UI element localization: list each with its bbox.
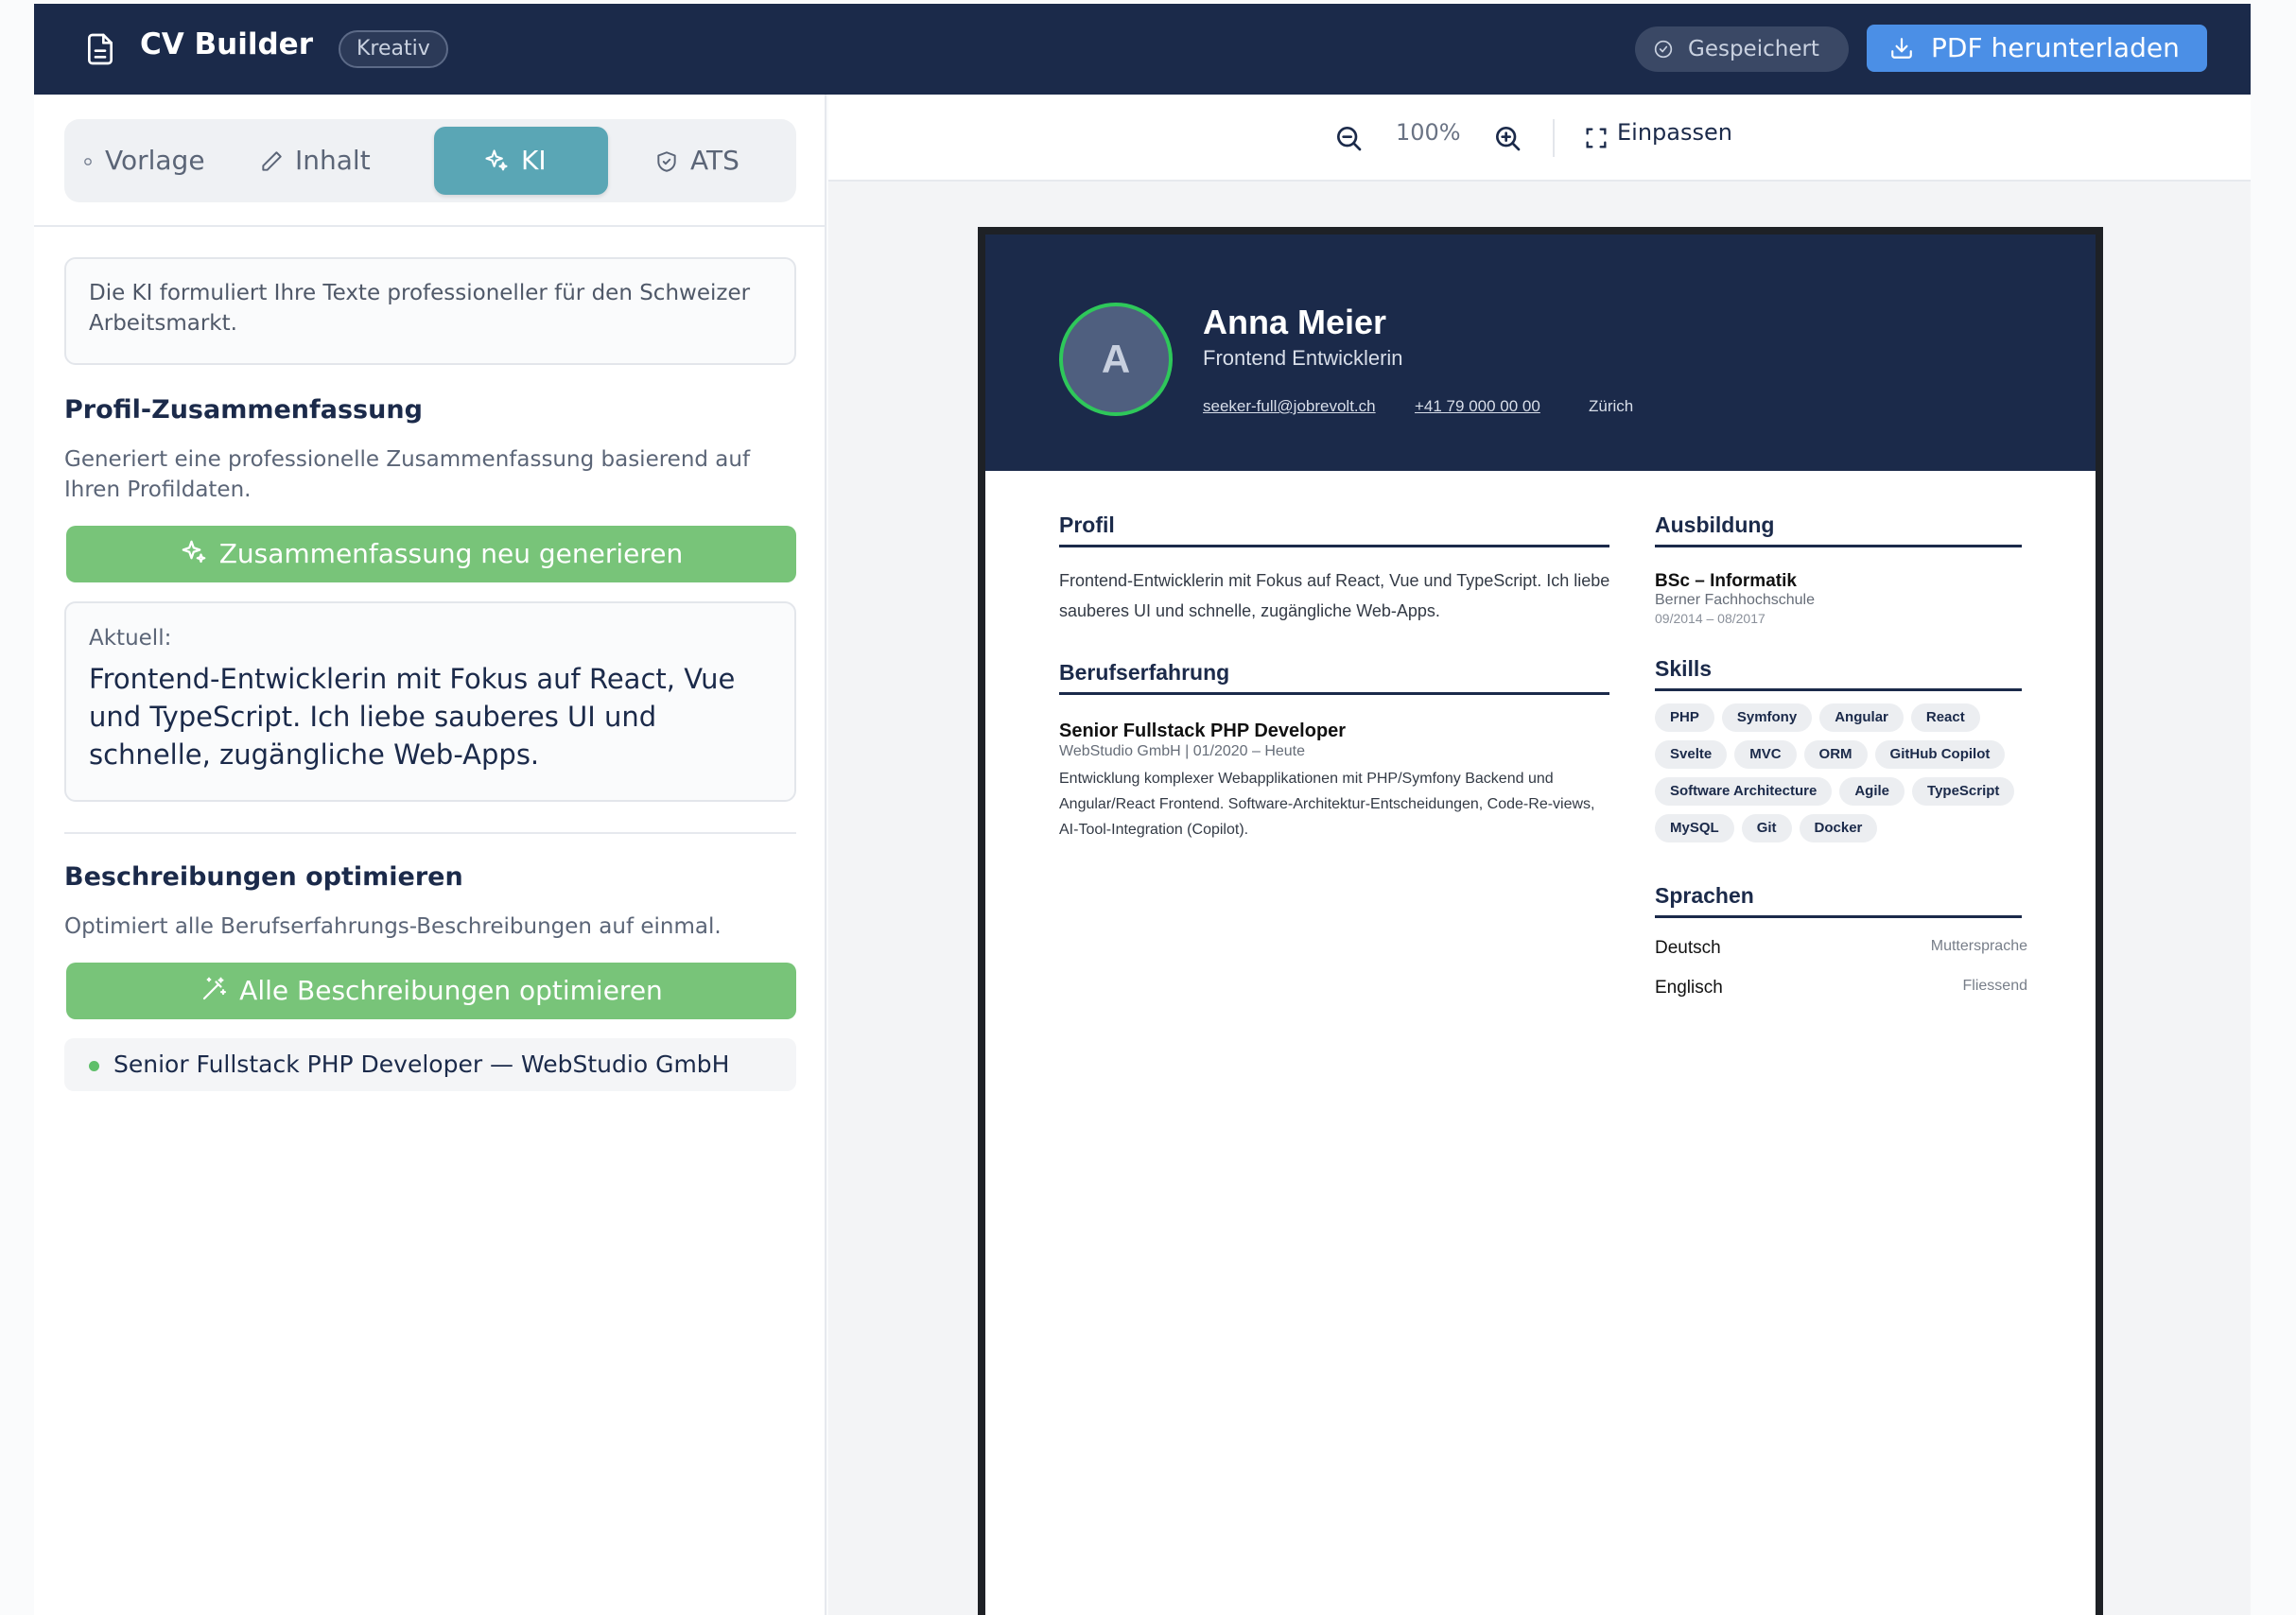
section-rule (1655, 915, 2022, 918)
sparkles-icon (485, 149, 508, 171)
optimize-all-label: Alle Beschreibungen optimieren (239, 975, 663, 1006)
shield-check-icon (657, 151, 676, 172)
toolbar-divider (1553, 119, 1555, 157)
pdf-download-button[interactable]: PDF herunterladen (1867, 25, 2207, 72)
experience-position: Senior Fullstack PHP Developer (1059, 721, 1347, 741)
regenerate-summary-button[interactable]: Zusammenfassung neu generieren (66, 526, 796, 582)
experience-description: Entwicklung komplexer Webapplikationen m… (1059, 771, 1595, 838)
section-rule (1059, 692, 1609, 695)
language-name: Deutsch (1655, 938, 1721, 958)
experience-company: WebStudio GmbH | 01/2020 – Heute (1059, 743, 1306, 759)
current-summary-box: Aktuell: Frontend-Entwicklerin mit Fokus… (64, 601, 796, 802)
skill-tag: GitHub Copilot (1874, 740, 2006, 769)
check-circle-icon (1654, 40, 1673, 59)
download-icon (1891, 38, 1912, 59)
optimize-all-button[interactable]: Alle Beschreibungen optimieren (66, 963, 796, 1019)
list-item[interactable]: Senior Fullstack PHP Developer — WebStud… (64, 1038, 796, 1091)
skill-tag: Docker (1799, 814, 1878, 842)
template-badge: Kreativ (339, 30, 448, 68)
fit-screen-icon[interactable] (1583, 125, 1609, 151)
sparkles-icon (182, 540, 206, 564)
optimize-description: Optimiert alle Berufserfahrungs-Beschrei… (64, 914, 722, 939)
education-degree: BSc – Informatik (1655, 571, 1797, 591)
cv-phone[interactable]: +41 79 000 00 00 (1415, 397, 1540, 416)
status-dot (89, 1061, 99, 1071)
language-name: Englisch (1655, 978, 1723, 998)
current-summary-text: Frontend-Entwicklerin mit Fokus auf Reac… (89, 663, 736, 771)
tab-inhalt[interactable]: Inhalt (259, 127, 410, 195)
editor-panel: Vorlage Inhalt KI ATS Die KI formuliert … (34, 95, 826, 1615)
education-period: 09/2014 – 08/2017 (1655, 611, 1765, 626)
dot-icon (84, 158, 92, 165)
divider (64, 832, 796, 834)
tab-ats[interactable]: ATS (654, 127, 768, 195)
optimize-title: Beschreibungen optimieren (64, 862, 463, 892)
tab-ki[interactable]: KI (434, 127, 608, 195)
preview-toolbar: 100% Einpassen (828, 95, 2251, 182)
zoom-level: 100% (1396, 119, 1461, 146)
tab-ki-label: KI (521, 145, 547, 176)
magic-wand-icon (203, 977, 227, 1000)
preview-panel: 100% Einpassen A Anna Meier Frontend Ent… (828, 95, 2251, 1615)
zoom-out-icon[interactable] (1333, 123, 1364, 153)
cv-name: Anna Meier (1203, 303, 1387, 341)
skill-tag: Software Architecture (1655, 777, 1833, 806)
editor-tabs: Vorlage Inhalt KI ATS (64, 119, 796, 202)
regenerate-summary-label: Zusammenfassung neu generieren (218, 538, 684, 569)
saved-status: Gespeichert (1635, 26, 1849, 72)
cv-role: Frontend Entwicklerin (1203, 346, 1403, 370)
skill-tag: TypeScript (1912, 777, 2015, 806)
skill-tag: Svelte (1655, 740, 1728, 769)
tab-ats-label: ATS (690, 145, 739, 176)
section-rule (1059, 545, 1609, 547)
language-level: Muttersprache (1930, 938, 2027, 954)
skill-tag: Symfony (1721, 703, 1813, 732)
skills-list: PHP Symfony Angular React Svelte MVC ORM GitHub… (1655, 703, 2043, 851)
summary-description: Generiert eine professionelle Zusammenfa… (64, 447, 751, 502)
fit-button[interactable]: Einpassen (1617, 119, 1732, 146)
current-summary-label: Aktuell: (89, 626, 172, 651)
language-level: Fliessend (1962, 978, 2027, 994)
skill-tag: PHP (1655, 703, 1714, 732)
section-rule (1655, 688, 2022, 691)
summary-title: Profil-Zusammenfassung (64, 395, 423, 425)
skill-tag: Git (1741, 814, 1792, 842)
skill-tag: ORM (1803, 740, 1868, 769)
app-title: CV Builder (140, 27, 313, 61)
profile-section-title: Profil (1059, 512, 1115, 537)
section-rule (1655, 545, 2022, 547)
pencil-icon (262, 151, 282, 171)
skill-tag: MVC (1734, 740, 1797, 769)
top-bar: CV Builder Kreativ Gespeichert PDF herun… (34, 4, 2251, 95)
job-item-label: Senior Fullstack PHP Developer — WebStud… (113, 1051, 730, 1078)
pdf-download-label: PDF herunterladen (1931, 32, 2180, 63)
skills-section-title: Skills (1655, 656, 1713, 681)
document-icon (88, 33, 113, 65)
experience-section-title: Berufserfahrung (1059, 660, 1230, 685)
languages-section-title: Sprachen (1655, 883, 1754, 908)
zoom-in-icon[interactable] (1492, 123, 1522, 153)
skill-tag: Agile (1839, 777, 1905, 806)
cv-header: A Anna Meier Frontend Entwicklerin seeke… (985, 234, 2096, 471)
skill-tag: MySQL (1655, 814, 1734, 842)
divider (34, 225, 826, 227)
cv-page: A Anna Meier Frontend Entwicklerin seeke… (978, 227, 2103, 1615)
skill-tag: React (1910, 703, 1980, 732)
education-school: Berner Fachhochschule (1655, 592, 1815, 608)
education-section-title: Ausbildung (1655, 512, 1775, 537)
profile-text: Frontend-Entwicklerin mit Fokus auf Reac… (1059, 571, 1610, 620)
saved-label: Gespeichert (1688, 37, 1819, 61)
avatar: A (1059, 303, 1173, 416)
tab-inhalt-label: Inhalt (295, 145, 371, 176)
tab-vorlage-label: Vorlage (105, 145, 205, 176)
cv-city: Zürich (1589, 397, 1634, 415)
cv-email[interactable]: seeker-full@jobrevolt.ch (1203, 397, 1376, 416)
tab-vorlage[interactable]: Vorlage (83, 127, 235, 195)
ai-info-box: Die KI formuliert Ihre Texte professione… (64, 257, 796, 365)
skill-tag: Angular (1819, 703, 1904, 732)
